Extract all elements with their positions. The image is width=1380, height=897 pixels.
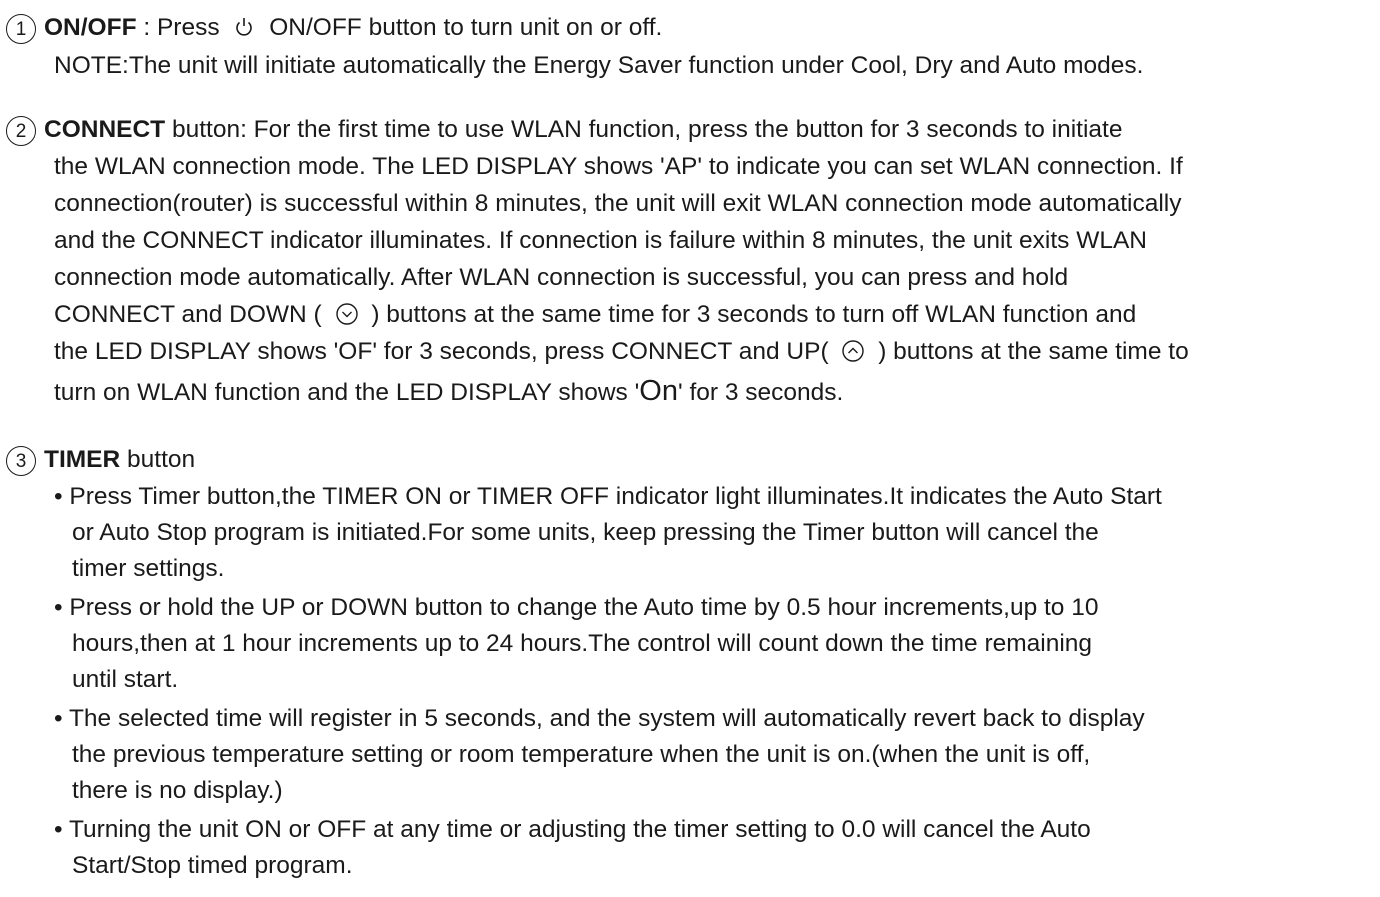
- timer-bullet-3-line-1: • The selected time will register in 5 s…: [54, 705, 1145, 732]
- on-off-text-a: : Press: [136, 14, 227, 41]
- connect-text-7b: ) buttons at the same time to: [871, 338, 1189, 365]
- power-icon: [232, 15, 256, 39]
- on-off-note: NOTE:The unit will initiate automaticall…: [54, 52, 1144, 79]
- timer-bullet-3-line-3: there is no display.): [72, 777, 283, 804]
- connect-text-8a: turn on WLAN function and the LED DISPLA…: [54, 379, 640, 406]
- timer-title-suffix: button: [120, 446, 196, 473]
- on-off-text-b: ON/OFF button to turn unit on or off.: [262, 14, 663, 41]
- connect-line-3: connection(router) is successful within …: [54, 190, 1182, 217]
- timer-bullet-3-line-2: the previous temperature setting or room…: [72, 741, 1091, 768]
- section-number-3: 3: [6, 446, 36, 476]
- chevron-up-circle-icon: [841, 339, 865, 363]
- connect-line-7: the LED DISPLAY shows 'OF' for 3 seconds…: [54, 335, 1189, 369]
- timer-bullet-4-line-2: Start/Stop timed program.: [72, 852, 353, 879]
- timer-bullet-2-line-2: hours,then at 1 hour increments up to 24…: [72, 630, 1093, 657]
- connect-text-1: button: For the first time to use WLAN f…: [165, 116, 1123, 143]
- connect-text-8b: ' for 3 seconds.: [677, 379, 844, 406]
- connect-text-6b: ) buttons at the same time for 3 seconds…: [364, 301, 1137, 328]
- connect-text-6a: CONNECT and DOWN (: [54, 301, 329, 328]
- timer-bullet-2-line-3: until start.: [72, 666, 179, 693]
- connect-line-8: turn on WLAN function and the LED DISPLA…: [54, 374, 843, 410]
- timer-title-line: TIMER button: [44, 443, 195, 477]
- timer-bullet-2-line-1: • Press or hold the UP or DOWN button to…: [54, 594, 1099, 621]
- section-number-1: 1: [6, 14, 36, 44]
- on-off-title: ON/OFF: [44, 14, 137, 41]
- connect-line-1: CONNECT button: For the first time to us…: [44, 113, 1122, 147]
- connect-title: CONNECT: [44, 116, 166, 143]
- connect-text-7a: the LED DISPLAY shows 'OF' for 3 seconds…: [54, 338, 836, 365]
- connect-line-5: connection mode automatically. After WLA…: [54, 264, 1069, 291]
- timer-bullet-4-line-1: • Turning the unit ON or OFF at any time…: [54, 816, 1091, 843]
- timer-bullet-1-line-3: timer settings.: [72, 555, 225, 582]
- timer-bullet-1-line-2: or Auto Stop program is initiated.For so…: [72, 519, 1099, 546]
- manual-page: 1 ON/OFF : Press ON/OFF button to turn u…: [0, 0, 1380, 897]
- connect-line-6: CONNECT and DOWN ( ) buttons at the same…: [54, 298, 1136, 332]
- section-number-2: 2: [6, 116, 36, 146]
- connect-line-2: the WLAN connection mode. The LED DISPLA…: [54, 153, 1183, 180]
- connect-line-4: and the CONNECT indicator illuminates. I…: [54, 227, 1148, 254]
- timer-title: TIMER: [44, 446, 121, 473]
- led-on-text: On: [639, 375, 678, 407]
- chevron-down-circle-icon: [335, 302, 359, 326]
- timer-bullet-1-line-1: • Press Timer button,the TIMER ON or TIM…: [54, 483, 1162, 510]
- on-off-line: ON/OFF : Press ON/OFF button to turn uni…: [44, 11, 662, 45]
